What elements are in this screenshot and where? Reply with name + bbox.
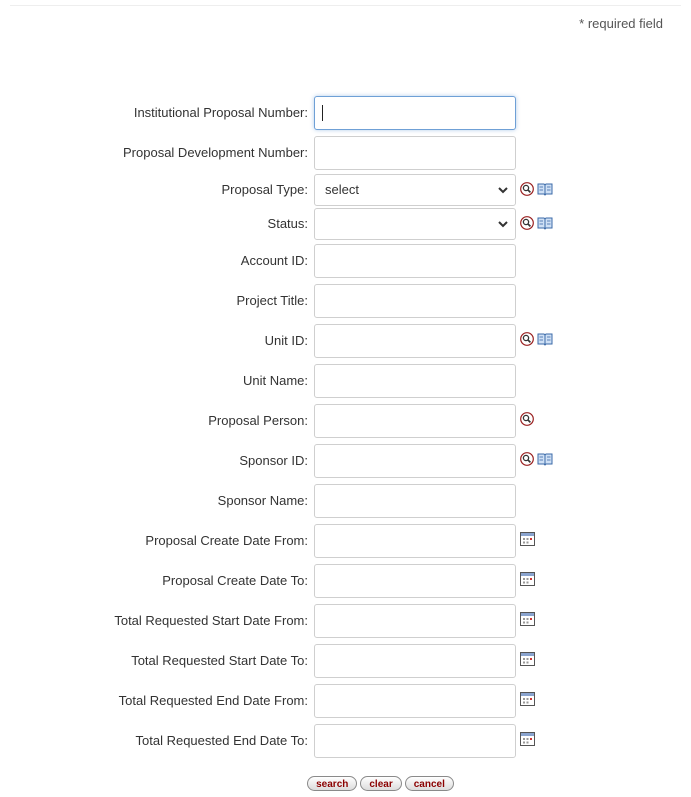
row-proposal-person: Proposal Person: (0, 404, 691, 438)
calendar-icon[interactable] (520, 532, 535, 546)
proposal-person-input[interactable] (314, 404, 516, 438)
sponsor-name-label: Sponsor Name: (217, 493, 308, 508)
proposal-create-date-from-label: Proposal Create Date From: (145, 533, 308, 548)
sponsor-id-label: Sponsor ID: (239, 453, 308, 468)
cancel-button[interactable]: cancel (404, 776, 454, 791)
top-divider (10, 5, 681, 6)
account-id-input[interactable] (314, 244, 516, 278)
row-sponsor-name: Sponsor Name: (0, 484, 691, 518)
help-book-icon[interactable] (537, 452, 553, 466)
row-total-requested-start-date-from: Total Requested Start Date From: (0, 604, 691, 638)
institutional-proposal-number-input[interactable] (314, 96, 516, 130)
required-field-note: * required field (579, 16, 663, 31)
row-unit-id: Unit ID: (0, 324, 691, 358)
proposal-development-number-input[interactable] (314, 136, 516, 170)
proposal-type-selected-value: select (325, 182, 359, 197)
row-total-requested-end-date-to: Total Requested End Date To: (0, 724, 691, 758)
total-requested-start-date-to-input[interactable] (314, 644, 516, 678)
proposal-create-date-from-input[interactable] (314, 524, 516, 558)
row-project-title: Project Title: (0, 284, 691, 318)
lookup-icon[interactable] (520, 216, 534, 230)
lookup-icon[interactable] (520, 452, 534, 466)
status-label: Status: (267, 216, 308, 231)
row-total-requested-end-date-from: Total Requested End Date From: (0, 684, 691, 718)
status-select[interactable] (314, 208, 516, 240)
row-sponsor-id: Sponsor ID: (0, 444, 691, 478)
project-title-input[interactable] (314, 284, 516, 318)
account-id-label: Account ID: (240, 253, 308, 268)
text-caret (322, 105, 323, 121)
calendar-icon[interactable] (520, 652, 535, 666)
button-bar: search clear cancel (0, 776, 691, 794)
chevron-down-icon (498, 187, 508, 194)
unit-id-input[interactable] (314, 324, 516, 358)
chevron-down-icon (498, 221, 508, 228)
row-proposal-type: Proposal Type: select (0, 174, 691, 206)
proposal-type-select[interactable]: select (314, 174, 516, 206)
total-requested-start-date-from-label: Total Requested Start Date From: (114, 613, 308, 628)
total-requested-end-date-from-input[interactable] (314, 684, 516, 718)
row-institutional-proposal-number: Institutional Proposal Number: (0, 96, 691, 130)
total-requested-end-date-to-input[interactable] (314, 724, 516, 758)
clear-button[interactable]: clear (360, 776, 402, 791)
proposal-person-label: Proposal Person: (208, 413, 308, 428)
total-requested-start-date-to-label: Total Requested Start Date To: (131, 653, 308, 668)
lookup-icon[interactable] (520, 182, 534, 196)
calendar-icon[interactable] (520, 732, 535, 746)
calendar-icon[interactable] (520, 572, 535, 586)
unit-name-input[interactable] (314, 364, 516, 398)
sponsor-name-input[interactable] (314, 484, 516, 518)
sponsor-id-input[interactable] (314, 444, 516, 478)
row-proposal-create-date-to: Proposal Create Date To: (0, 564, 691, 598)
row-total-requested-start-date-to: Total Requested Start Date To: (0, 644, 691, 678)
institutional-proposal-number-label: Institutional Proposal Number: (133, 105, 308, 120)
row-status: Status: (0, 208, 691, 240)
row-proposal-create-date-from: Proposal Create Date From: (0, 524, 691, 558)
total-requested-start-date-from-input[interactable] (314, 604, 516, 638)
calendar-icon[interactable] (520, 692, 535, 706)
help-book-icon[interactable] (537, 182, 553, 196)
row-account-id: Account ID: (0, 244, 691, 278)
help-book-icon[interactable] (537, 332, 553, 346)
row-unit-name: Unit Name: (0, 364, 691, 398)
lookup-icon[interactable] (520, 412, 534, 426)
project-title-label: Project Title: (236, 293, 308, 308)
search-button[interactable]: search (307, 776, 358, 791)
calendar-icon[interactable] (520, 612, 535, 626)
total-requested-end-date-from-label: Total Requested End Date From: (118, 693, 308, 708)
unit-id-label: Unit ID: (264, 333, 308, 348)
row-proposal-development-number: Proposal Development Number: (0, 136, 691, 170)
total-requested-end-date-to-label: Total Requested End Date To: (135, 733, 309, 748)
proposal-development-number-label: Proposal Development Number: (123, 145, 308, 160)
proposal-type-label: Proposal Type: (221, 182, 308, 197)
proposal-create-date-to-input[interactable] (314, 564, 516, 598)
proposal-create-date-to-label: Proposal Create Date To: (162, 573, 308, 588)
help-book-icon[interactable] (537, 216, 553, 230)
unit-name-label: Unit Name: (242, 373, 308, 388)
lookup-icon[interactable] (520, 332, 534, 346)
